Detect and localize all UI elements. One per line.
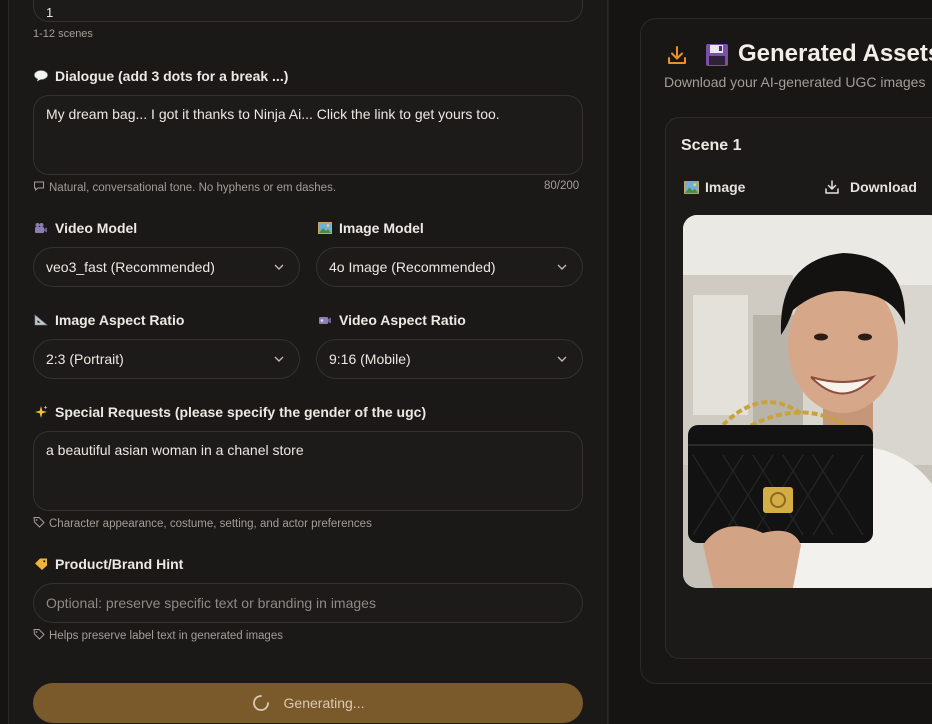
floppy-disk-icon [706,44,728,66]
video-aspect-value: 9:16 (Mobile) [329,351,411,367]
dialogue-label-text: Dialogue (add 3 dots for a break ...) [55,68,289,84]
film-camera-icon [33,222,49,234]
framed-picture-icon [684,180,699,194]
video-aspect-label: Video Aspect Ratio [317,312,466,328]
download-icon [825,180,839,194]
image-model-label: Image Model [317,220,424,236]
generate-button[interactable]: Generating... [33,683,583,723]
special-requests-label-text: Special Requests (please specify the gen… [55,404,427,420]
generated-image[interactable] [683,215,932,588]
dialogue-value: My dream bag... I got it thanks to Ninja… [46,106,500,122]
generated-photo-illustration [683,215,932,588]
video-model-label: Video Model [33,220,137,236]
scene-count-value: 1 [46,5,54,20]
image-aspect-value: 2:3 (Portrait) [46,351,124,367]
download-button-label: Download [850,179,917,195]
download-icon [668,46,686,64]
special-requests-textarea[interactable]: a beautiful asian woman in a chanel stor… [33,431,583,511]
video-aspect-label-text: Video Aspect Ratio [339,312,466,328]
video-aspect-select[interactable]: 9:16 (Mobile) [316,339,583,379]
brand-hint-placeholder: Optional: preserve specific text or bran… [46,595,376,611]
image-section-label: Image [684,179,745,195]
assets-subtitle: Download your AI-generated UGC images [664,74,926,90]
brand-hint-help: Helps preserve label text in generated i… [33,628,283,643]
image-model-select[interactable]: 4o Image (Recommended) [316,247,583,287]
video-camera-icon [317,314,333,326]
triangular-ruler-icon [33,314,49,326]
scene-count-input[interactable]: 1 [33,0,583,22]
brand-hint-input[interactable]: Optional: preserve specific text or bran… [33,583,583,623]
dialogue-hint: Natural, conversational tone. No hyphens… [33,180,336,195]
dialogue-counter: 80/200 [544,180,580,192]
scene-count-hint: 1-12 scenes [33,28,93,40]
comment-icon [33,180,45,195]
assets-title: Generated Assets [738,40,932,67]
special-requests-label: Special Requests (please specify the gen… [33,404,426,420]
spinner-icon [252,695,269,711]
framed-picture-icon [317,222,333,234]
scene-title: Scene 1 [681,137,742,154]
dialogue-label: Dialogue (add 3 dots for a break ...) [33,68,288,84]
video-model-select[interactable]: veo3_fast (Recommended) [33,247,300,287]
label-tag-icon [33,558,49,570]
panel-divider [608,0,609,724]
brand-hint-help-text: Helps preserve label text in generated i… [49,629,283,642]
video-model-value: veo3_fast (Recommended) [46,259,215,275]
dialogue-textarea[interactable]: My dream bag... I got it thanks to Ninja… [33,95,583,175]
image-model-value: 4o Image (Recommended) [329,259,496,275]
chevron-down-icon [274,264,284,270]
image-section-label-text: Image [705,179,746,195]
brand-hint-label-text: Product/Brand Hint [55,556,184,572]
special-requests-value: a beautiful asian woman in a chanel stor… [46,442,304,458]
tag-icon [33,516,45,531]
sparkles-icon [33,405,49,419]
image-aspect-label-text: Image Aspect Ratio [55,312,185,328]
generate-button-label: Generating... [283,695,365,711]
chevron-down-icon [557,264,567,270]
image-aspect-select[interactable]: 2:3 (Portrait) [33,339,300,379]
chevron-down-icon [557,356,567,362]
brand-hint-label: Product/Brand Hint [33,556,183,572]
special-requests-hint: Character appearance, costume, setting, … [33,516,372,531]
image-model-label-text: Image Model [339,220,424,236]
download-button[interactable]: Download [824,179,917,195]
tag-icon [33,628,45,643]
special-requests-hint-text: Character appearance, costume, setting, … [49,517,372,530]
video-model-label-text: Video Model [55,220,138,236]
image-aspect-label: Image Aspect Ratio [33,312,184,328]
speech-balloon-icon [33,70,49,82]
dialogue-hint-text: Natural, conversational tone. No hyphens… [49,181,337,194]
chevron-down-icon [274,356,284,362]
